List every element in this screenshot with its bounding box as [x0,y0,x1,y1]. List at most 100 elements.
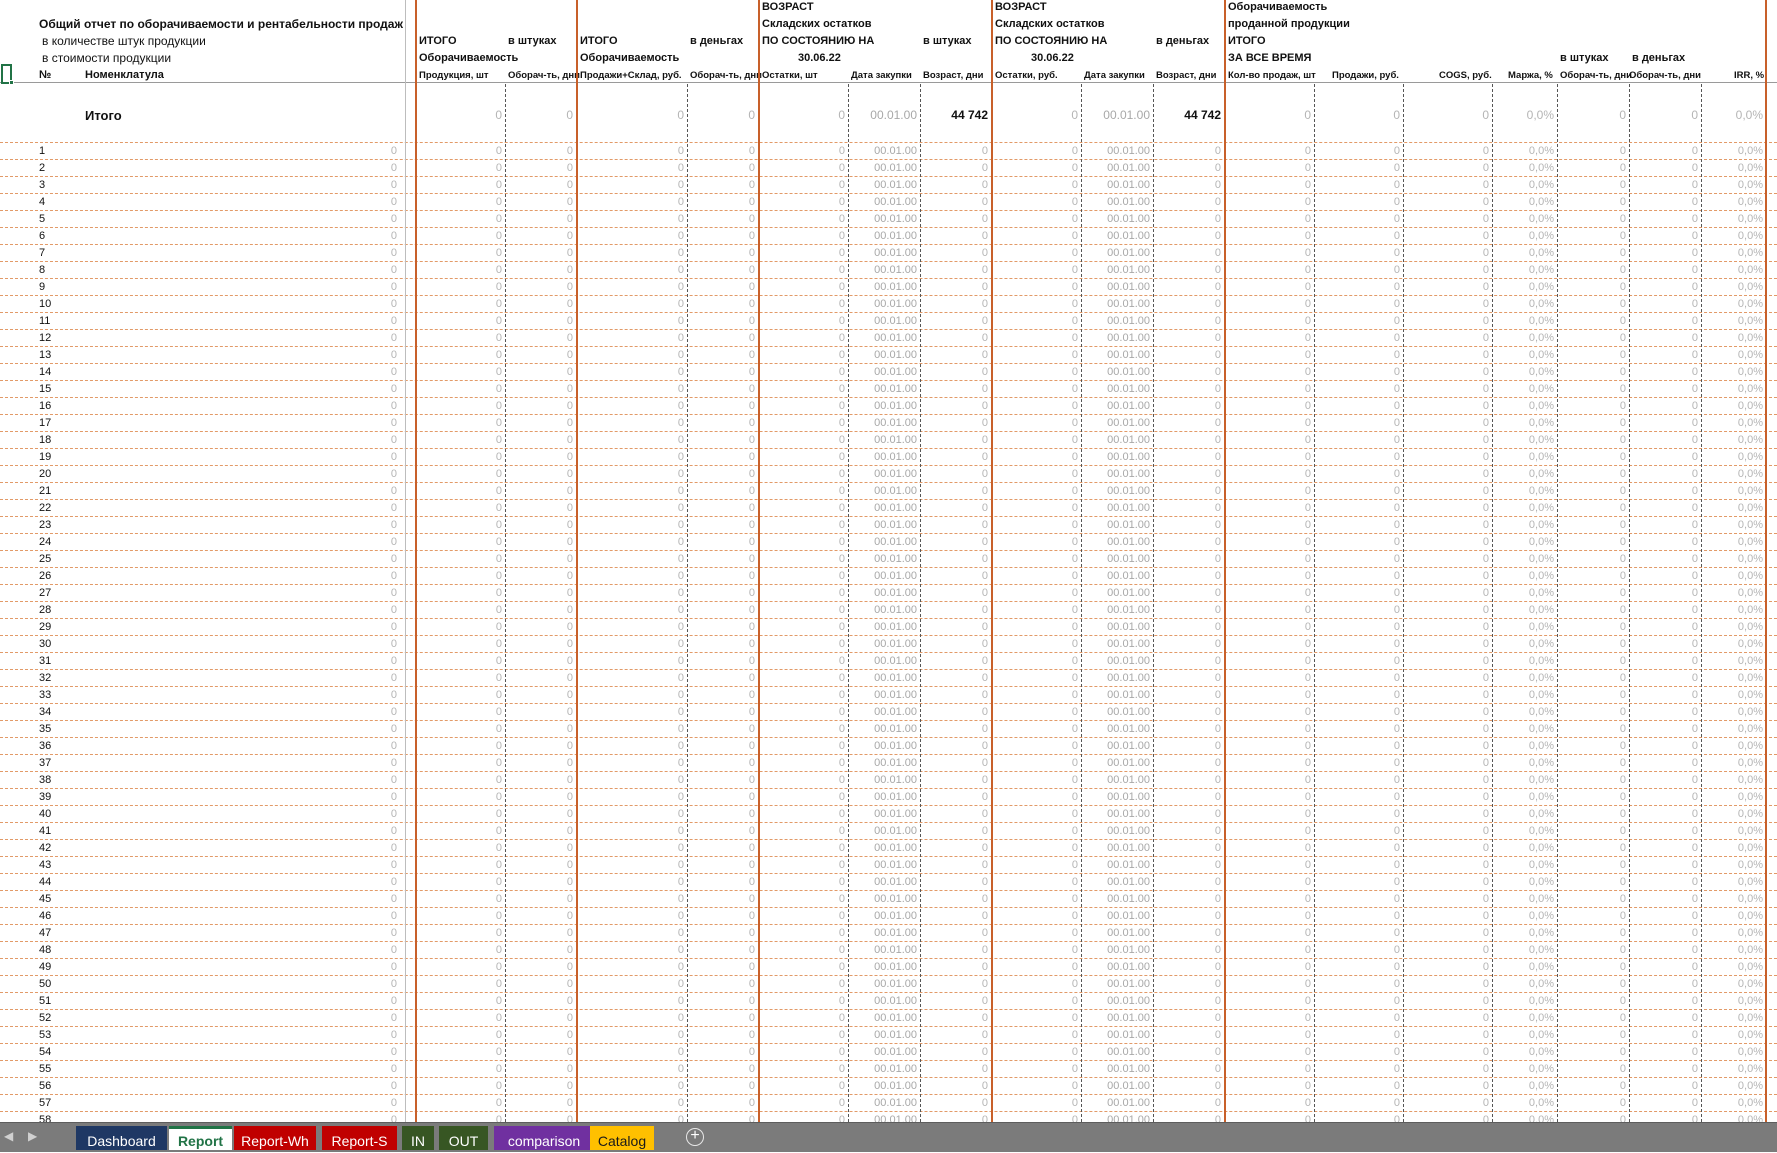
table-cell[interactable]: 0 [678,994,684,1008]
table-cell[interactable]: 0 [678,926,684,940]
table-cell[interactable]: 0 [1620,892,1626,906]
table-cell[interactable]: 0,0% [1738,620,1763,634]
table-cell[interactable]: 0 [749,875,755,889]
table-cell[interactable]: 0,0% [1738,909,1763,923]
table-cell[interactable]: 0 [1305,1011,1311,1025]
table-cell[interactable]: 0 [1620,1062,1626,1076]
table-cell[interactable]: 0,0% [1529,994,1554,1008]
table-cell[interactable]: 0 [839,807,845,821]
total-cell[interactable]: 0 [495,108,502,122]
table-cell[interactable]: 0,0% [1738,433,1763,447]
table-cell[interactable]: 0 [749,552,755,566]
table-cell[interactable]: 0,0% [1529,382,1554,396]
table-cell[interactable]: 0 [391,467,397,481]
table-cell[interactable]: 0 [749,399,755,413]
table-cell[interactable]: 0 [1215,688,1221,702]
table-cell[interactable]: 0 [1483,552,1489,566]
table-cell[interactable]: 0 [1483,994,1489,1008]
table-cell[interactable]: 0 [678,1096,684,1110]
table-cell[interactable]: 0,0% [1529,671,1554,685]
table-cell[interactable]: 0 [1072,654,1078,668]
table-cell[interactable]: 00.01.00 [1107,297,1150,311]
table-cell[interactable]: 0 [982,1079,988,1093]
table-cell[interactable]: 0 [1394,1096,1400,1110]
table-cell[interactable]: 0 [1394,1079,1400,1093]
table-cell[interactable]: 0 [1215,161,1221,175]
table-cell[interactable]: 0 [678,858,684,872]
table-cell[interactable]: 0 [1072,688,1078,702]
table-cell[interactable]: 0 [1072,994,1078,1008]
table-cell[interactable]: 0 [1620,280,1626,294]
table-cell[interactable]: 0 [1305,195,1311,209]
table-cell[interactable]: 0 [1620,603,1626,617]
table-cell[interactable]: 0 [1305,926,1311,940]
table-cell[interactable]: 0 [1305,875,1311,889]
table-cell[interactable]: 0 [1692,688,1698,702]
table-cell[interactable]: 0 [982,1045,988,1059]
table-cell[interactable]: 0 [1305,569,1311,583]
table-row[interactable]: 15 0 0 0 0 0 0 00.01.00 0 0 00.01.00 0 0 0 0 0,0% 0 0 0,0% [0,381,1777,398]
table-cell[interactable]: 0 [1305,365,1311,379]
table-cell[interactable]: 0 [496,178,502,192]
table-cell[interactable]: 0 [1305,688,1311,702]
table-cell[interactable]: 0 [982,535,988,549]
table-cell[interactable]: 0 [496,858,502,872]
table-cell[interactable]: 0 [1483,246,1489,260]
table-cell[interactable]: 0 [1394,1028,1400,1042]
table-row[interactable]: 42 0 0 0 0 0 0 00.01.00 0 0 00.01.00 0 0 0 0 0,0% 0 0 0,0% [0,840,1777,857]
table-cell[interactable]: 0 [982,263,988,277]
table-cell[interactable]: 0 [1692,994,1698,1008]
table-cell[interactable]: 0 [391,994,397,1008]
table-cell[interactable]: 00.01.00 [874,263,917,277]
table-row[interactable]: 50 0 0 0 0 0 0 00.01.00 0 0 00.01.00 0 0 0 0 0,0% 0 0 0,0% [0,976,1777,993]
table-cell[interactable]: 0 [1072,1062,1078,1076]
table-cell[interactable]: 0 [567,433,573,447]
table-cell[interactable]: 0 [678,161,684,175]
table-cell[interactable]: 00.01.00 [874,960,917,974]
table-cell[interactable]: 0 [1483,1079,1489,1093]
table-cell[interactable]: 00.01.00 [874,161,917,175]
table-cell[interactable]: 0 [1394,501,1400,515]
table-cell[interactable]: 0 [1483,960,1489,974]
table-cell[interactable]: 0 [1072,229,1078,243]
table-cell[interactable]: 0 [1692,1079,1698,1093]
table-cell[interactable]: 0 [567,637,573,651]
table-cell[interactable]: 0 [982,841,988,855]
table-cell[interactable]: 0 [1215,875,1221,889]
table-cell[interactable]: 0 [1394,297,1400,311]
table-cell[interactable]: 00.01.00 [874,756,917,770]
table-cell[interactable]: 0 [1483,535,1489,549]
table-cell[interactable]: 0 [839,416,845,430]
table-cell[interactable]: 0 [1072,246,1078,260]
table-cell[interactable]: 0 [839,620,845,634]
table-cell[interactable]: 0,0% [1738,382,1763,396]
table-cell[interactable]: 00.01.00 [1107,671,1150,685]
table-row[interactable]: 24 0 0 0 0 0 0 00.01.00 0 0 00.01.00 0 0 0 0 0,0% 0 0 0,0% [0,534,1777,551]
table-cell[interactable]: 0 [982,501,988,515]
table-cell[interactable]: 0 [982,756,988,770]
table-cell[interactable]: 0 [496,1045,502,1059]
table-cell[interactable]: 0 [1072,399,1078,413]
table-cell[interactable]: 0 [391,331,397,345]
table-cell[interactable]: 0 [1072,280,1078,294]
total-cell[interactable]: 0 [1393,108,1400,122]
table-cell[interactable]: 0 [1305,1045,1311,1059]
table-cell[interactable]: 0,0% [1529,229,1554,243]
table-cell[interactable]: 0 [1072,926,1078,940]
table-cell[interactable]: 0 [1305,552,1311,566]
table-cell[interactable]: 0 [567,688,573,702]
table-cell[interactable]: 0 [567,1045,573,1059]
total-cell[interactable]: 0 [1619,108,1626,122]
table-cell[interactable]: 0 [1215,246,1221,260]
table-row[interactable]: 34 0 0 0 0 0 0 00.01.00 0 0 00.01.00 0 0 0 0 0,0% 0 0 0,0% [0,704,1777,721]
table-cell[interactable]: 0 [982,399,988,413]
table-cell[interactable]: 0 [1692,297,1698,311]
table-cell[interactable]: 0,0% [1529,688,1554,702]
table-cell[interactable]: 0 [1305,280,1311,294]
total-cell[interactable]: 0 [1071,108,1078,122]
table-cell[interactable]: 0 [391,1045,397,1059]
table-cell[interactable]: 0 [678,365,684,379]
table-cell[interactable]: 0 [982,858,988,872]
table-cell[interactable]: 0 [1483,280,1489,294]
table-cell[interactable]: 0,0% [1529,144,1554,158]
